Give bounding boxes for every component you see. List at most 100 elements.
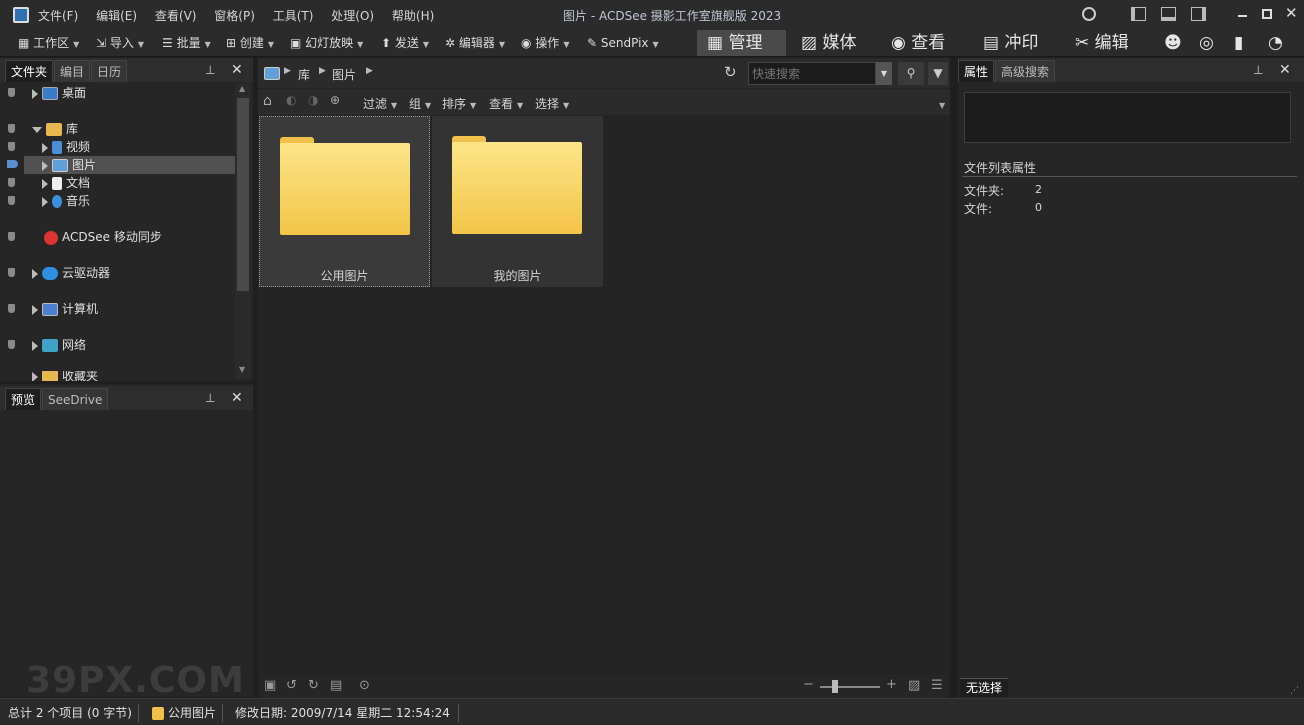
layout-right-icon[interactable] — [1191, 7, 1206, 21]
zoom-slider[interactable] — [820, 686, 880, 688]
overflow-icon[interactable]: ▼ — [939, 101, 945, 110]
mode-manage[interactable]: ▦ 管理 — [697, 30, 786, 56]
dashboard-icon[interactable]: ▮ — [1234, 30, 1243, 56]
folder-tile[interactable]: 公用图片 — [259, 116, 430, 287]
thumbnail-view-icon[interactable]: ▨ — [908, 678, 920, 693]
select-menu[interactable]: 选择 ▼ — [535, 95, 569, 112]
people-mode-icon[interactable]: ☻ — [1164, 30, 1182, 56]
quick-search-input[interactable] — [748, 62, 876, 85]
rotate-right-icon[interactable]: ↻ — [308, 678, 319, 693]
panel-close-icon[interactable]: ✕ — [231, 62, 243, 78]
batch-icon[interactable]: ▣ — [264, 678, 276, 693]
create-button[interactable]: ⊞ 创建 ▼ — [226, 32, 274, 54]
tree-item-computer[interactable]: 计算机 — [32, 300, 98, 318]
tree-item-pictures[interactable]: 图片 — [42, 156, 96, 174]
details-view-icon[interactable]: ☰ — [931, 678, 943, 693]
back-icon[interactable]: ◐ — [286, 93, 296, 107]
pin-marker[interactable] — [8, 142, 15, 151]
scroll-down-icon[interactable]: ▼ — [239, 365, 245, 374]
account-icon[interactable] — [1082, 7, 1096, 21]
resize-grip-icon[interactable]: ⋰ — [1290, 686, 1299, 696]
scroll-thumb[interactable] — [237, 98, 249, 291]
layout-left-icon[interactable] — [1131, 7, 1146, 21]
tree-item-network[interactable]: 网络 — [32, 336, 86, 354]
sort-menu[interactable]: 排序 ▼ — [442, 95, 476, 112]
scroll-up-icon[interactable]: ▲ — [239, 84, 245, 93]
view-menu[interactable]: 查看 ▼ — [489, 95, 523, 112]
sendpix-button[interactable]: ✎ SendPix ▼ — [587, 32, 659, 54]
slideshow-icon[interactable]: ⊙ — [359, 678, 370, 693]
workspace-button[interactable]: ▦ 工作区 ▼ — [18, 32, 79, 54]
search-icon[interactable]: ⚲ — [898, 62, 924, 85]
app-icon[interactable] — [13, 7, 29, 23]
tree-item-favorites[interactable]: 收藏夹 — [32, 371, 98, 381]
mode-view[interactable]: ◉ 查看 — [891, 30, 945, 56]
tab-folders[interactable]: 文件夹 — [5, 60, 54, 82]
mode-develop[interactable]: ▤ 冲印 — [983, 30, 1038, 56]
filter-icon[interactable]: ▼ — [928, 62, 948, 85]
tab-advanced-search[interactable]: 高级搜索 — [995, 60, 1056, 82]
menu-view[interactable]: 查看(V) — [155, 7, 197, 24]
refresh-icon[interactable]: ↻ — [724, 63, 737, 81]
home-icon[interactable]: ⌂ — [263, 93, 272, 109]
pin-marker[interactable] — [8, 268, 15, 277]
compare-icon[interactable]: ▤ — [330, 678, 342, 693]
up-icon[interactable]: ⊕ — [330, 93, 340, 107]
pin-icon[interactable]: ⊥ — [1253, 63, 1263, 77]
tree-item-library[interactable]: 库 — [32, 120, 78, 138]
tree-scrollbar[interactable]: ▲ ▼ — [235, 84, 251, 379]
menu-pane[interactable]: 窗格(P) — [214, 7, 255, 24]
panel-close-icon[interactable]: ✕ — [231, 390, 243, 406]
pin-marker[interactable] — [8, 178, 15, 187]
tree-item-documents[interactable]: 文档 — [42, 174, 90, 192]
menu-edit[interactable]: 编辑(E) — [96, 7, 137, 24]
tree-item-videos[interactable]: 视频 — [42, 138, 90, 156]
pin-marker[interactable] — [8, 88, 15, 97]
slideshow-button[interactable]: ▣ 幻灯放映 ▼ — [290, 32, 363, 54]
eye-settings-icon[interactable]: ◔ — [1268, 30, 1283, 56]
breadcrumb-pictures[interactable]: 图片 — [332, 66, 356, 83]
zoom-out-icon[interactable]: − — [803, 677, 814, 692]
zoom-in-icon[interactable]: + — [886, 677, 897, 692]
send-button[interactable]: ⬆ 发送 ▼ — [381, 32, 429, 54]
pin-marker[interactable] — [8, 304, 15, 313]
pin-marker[interactable] — [8, 124, 15, 133]
filter-menu[interactable]: 过滤 ▼ — [363, 95, 397, 112]
mode-365-icon[interactable]: ◎ — [1199, 30, 1214, 56]
close-icon[interactable]: ✕ — [1285, 4, 1298, 22]
pin-marker[interactable] — [8, 232, 15, 241]
panel-close-icon[interactable]: ✕ — [1279, 62, 1291, 78]
minimize-icon[interactable] — [1238, 15, 1247, 17]
menu-tools[interactable]: 工具(T) — [273, 7, 314, 24]
zoom-slider-thumb[interactable] — [832, 680, 838, 693]
action-button[interactable]: ◉ 操作 ▼ — [521, 32, 569, 54]
tree-item-mobile-sync[interactable]: ACDSee 移动同步 — [40, 228, 162, 246]
tree-item-cloud[interactable]: 云驱动器 — [32, 264, 110, 282]
tree-item-desktop[interactable]: 桌面 — [32, 84, 86, 102]
tab-seedrive[interactable]: SeeDrive — [42, 388, 109, 410]
pin-marker[interactable] — [8, 340, 15, 349]
tree-item-music[interactable]: 音乐 — [42, 192, 90, 210]
tab-properties[interactable]: 属性 — [958, 60, 995, 82]
pin-icon[interactable]: ⊥ — [205, 63, 215, 77]
pin-icon[interactable]: ⊥ — [205, 391, 215, 405]
rotate-left-icon[interactable]: ↺ — [286, 678, 297, 693]
tab-calendar[interactable]: 日历 — [91, 60, 128, 82]
layout-bottom-icon[interactable] — [1161, 7, 1176, 21]
menu-file[interactable]: 文件(F) — [38, 7, 78, 24]
mode-media[interactable]: ▨ 媒体 — [801, 30, 856, 56]
batch-button[interactable]: ☰ 批量 ▼ — [162, 32, 211, 54]
menu-help[interactable]: 帮助(H) — [392, 7, 434, 24]
breadcrumb-library[interactable]: 库 — [298, 66, 310, 83]
group-menu[interactable]: 组 ▼ — [409, 95, 431, 112]
menu-process[interactable]: 处理(O) — [331, 7, 374, 24]
editor-button[interactable]: ✲ 编辑器 ▼ — [445, 32, 505, 54]
tab-preview[interactable]: 预览 — [5, 388, 42, 410]
forward-icon[interactable]: ◑ — [308, 93, 318, 107]
pin-marker[interactable] — [8, 196, 15, 205]
import-button[interactable]: ⇲ 导入 ▼ — [96, 32, 144, 54]
tab-catalog[interactable]: 编目 — [54, 60, 91, 82]
maximize-icon[interactable] — [1262, 9, 1272, 19]
search-dropdown-icon[interactable]: ▼ — [876, 62, 892, 85]
folder-tile[interactable]: 我的图片 — [432, 116, 603, 287]
